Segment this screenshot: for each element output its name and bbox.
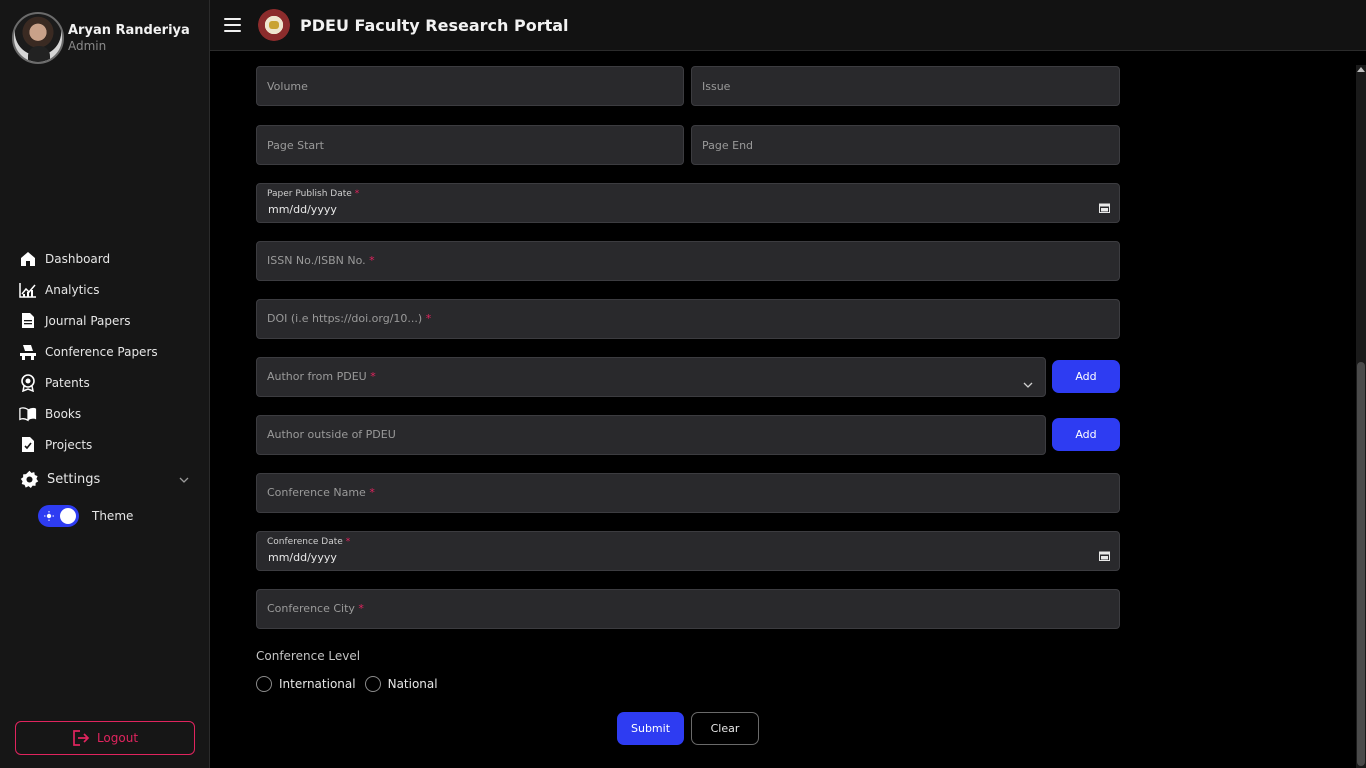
theme-row: Theme	[0, 496, 209, 536]
sidebar-item-label: Analytics	[45, 282, 100, 297]
conference-level-title: Conference Level	[256, 649, 361, 663]
logout-button[interactable]: Logout	[15, 721, 195, 755]
sidebar-item-conference-papers[interactable]: Conference Papers	[0, 336, 209, 367]
radio-international[interactable]	[256, 676, 272, 692]
university-logo	[258, 9, 290, 41]
project-icon	[19, 436, 37, 454]
sidebar-item-label: Conference Papers	[45, 344, 158, 359]
conference-icon	[19, 343, 37, 361]
submit-button[interactable]: Submit	[617, 712, 684, 745]
field-label: DOI (i.e https://doi.org/10...) *	[267, 312, 432, 325]
field-label: Author outside of PDEU	[267, 428, 396, 441]
book-icon	[19, 405, 37, 423]
logout-icon	[73, 730, 90, 746]
issue-input[interactable]	[692, 67, 1119, 105]
scrollbar[interactable]	[1356, 65, 1366, 768]
radio-label: National	[387, 677, 438, 691]
calendar-icon[interactable]	[1099, 551, 1110, 561]
chart-icon	[19, 281, 37, 299]
gear-icon	[19, 469, 39, 489]
award-icon	[19, 373, 37, 392]
toggle-knob	[60, 508, 76, 524]
theme-label: Theme	[92, 509, 134, 523]
user-name: Aryan Randeriya	[68, 22, 190, 38]
sun-icon	[44, 511, 54, 521]
add-pdeu-author-button[interactable]: Add	[1052, 360, 1120, 393]
conference-level-options: International National	[256, 676, 447, 692]
page-end-input[interactable]	[692, 126, 1119, 164]
sidebar-item-label: Patents	[45, 375, 90, 390]
conference-date-field[interactable]: Conference Date * mm/dd/yyyy	[256, 531, 1120, 571]
author-outside-pdeu-field[interactable]: Author outside of PDEU	[256, 415, 1046, 455]
field-label: ISSN No./ISBN No. *	[267, 254, 375, 267]
calendar-icon[interactable]	[1099, 203, 1110, 213]
chevron-down-icon	[1023, 373, 1033, 392]
sidebar-item-journal-papers[interactable]: Journal Papers	[0, 305, 209, 336]
field-label: Author from PDEU *	[267, 370, 376, 383]
date-value: mm/dd/yyyy	[268, 203, 337, 216]
top-bar: PDEU Faculty Research Portal	[210, 0, 1366, 51]
document-icon	[19, 312, 37, 330]
field-label: Conference Name *	[267, 486, 375, 499]
theme-toggle[interactable]	[38, 505, 79, 527]
user-profile: Aryan Randeriya Admin	[12, 12, 190, 64]
sidebar-item-label: Settings	[47, 471, 101, 487]
chevron-down-icon	[179, 472, 189, 487]
sidebar: Aryan Randeriya Admin Dashboard Analytic…	[0, 0, 210, 768]
author-from-pdeu-select[interactable]: Author from PDEU *	[256, 357, 1046, 397]
sidebar-item-patents[interactable]: Patents	[0, 367, 209, 398]
page-start-field[interactable]	[256, 125, 684, 165]
scroll-up-arrow-icon[interactable]	[1357, 67, 1365, 72]
issn-field[interactable]: ISSN No./ISBN No. *	[256, 241, 1120, 281]
logout-label: Logout	[96, 731, 139, 745]
clear-button[interactable]: Clear	[691, 712, 759, 745]
field-label: Conference Date *	[267, 537, 351, 547]
home-icon	[19, 250, 37, 268]
radio-label: International	[279, 677, 356, 691]
conference-name-field[interactable]: Conference Name *	[256, 473, 1120, 513]
volume-input[interactable]	[257, 67, 683, 105]
doi-field[interactable]: DOI (i.e https://doi.org/10...) *	[256, 299, 1120, 339]
sidebar-item-label: Journal Papers	[45, 313, 131, 328]
page-start-input[interactable]	[257, 126, 683, 164]
field-label: Conference City *	[267, 602, 364, 615]
scroll-thumb[interactable]	[1357, 362, 1365, 766]
volume-field[interactable]	[256, 66, 684, 106]
radio-national[interactable]	[364, 676, 381, 692]
page-end-field[interactable]	[691, 125, 1120, 165]
sidebar-item-dashboard[interactable]: Dashboard	[0, 243, 209, 274]
avatar	[12, 12, 64, 64]
sidebar-item-books[interactable]: Books	[0, 398, 209, 429]
menu-icon[interactable]	[224, 18, 242, 32]
sidebar-item-settings[interactable]: Settings	[0, 462, 209, 496]
sidebar-item-analytics[interactable]: Analytics	[0, 274, 209, 305]
sidebar-nav: Dashboard Analytics Journal Papers Confe…	[0, 243, 209, 536]
sidebar-item-label: Dashboard	[45, 251, 111, 266]
field-label: Paper Publish Date *	[267, 189, 360, 199]
app-title: PDEU Faculty Research Portal	[300, 15, 569, 35]
add-outside-author-button[interactable]: Add	[1052, 418, 1120, 451]
sidebar-item-label: Projects	[45, 437, 93, 452]
conference-city-field[interactable]: Conference City *	[256, 589, 1120, 629]
user-role: Admin	[68, 38, 107, 53]
main-content: Paper Publish Date * mm/dd/yyyy ISSN No.…	[210, 51, 1366, 768]
sidebar-item-projects[interactable]: Projects	[0, 429, 209, 460]
paper-publish-date-field[interactable]: Paper Publish Date * mm/dd/yyyy	[256, 183, 1120, 223]
date-value: mm/dd/yyyy	[268, 551, 337, 564]
issue-field[interactable]	[691, 66, 1120, 106]
sidebar-item-label: Books	[45, 406, 82, 421]
